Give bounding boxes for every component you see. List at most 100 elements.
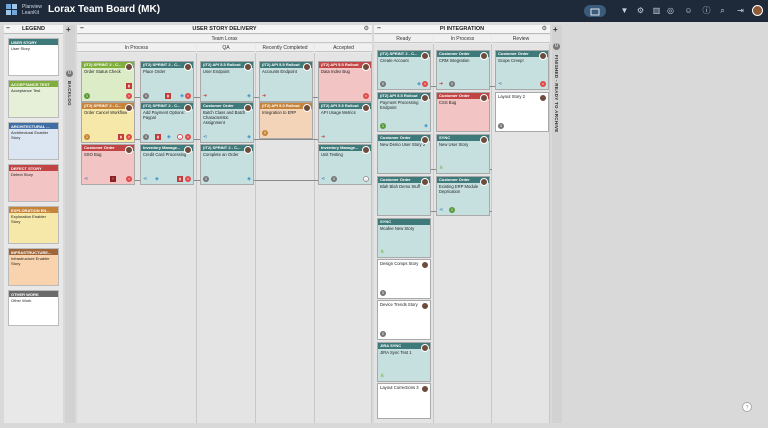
exit-icon[interactable]: ⇥ <box>736 6 745 15</box>
card-create-account[interactable]: (IT2) SPRINT 2 - C... Create Account 0 ◈… <box>377 50 431 90</box>
card-integration-to-erp[interactable]: (IT2) API 5.5 Rollout Integration to ERP… <box>259 102 313 139</box>
card-user-endpoint[interactable]: (IT2) API 5.5 Rollout User Endpoint ➜ ◈ <box>200 61 254 102</box>
card-payment-processing-endpoint[interactable]: (IT2) API 5.5 Rollout Payment Processing… <box>377 92 431 132</box>
legend-item-label: Infrastructure Enabler Story <box>11 256 50 266</box>
collapse-icon[interactable]: – <box>377 24 381 33</box>
arrow-icon[interactable]: ➜ <box>439 81 443 87</box>
tag-icon[interactable]: ◈ <box>180 93 184 99</box>
tag-icon[interactable]: ◈ <box>247 93 251 99</box>
priority-icon: ! <box>110 176 116 182</box>
tag-icon[interactable]: ◈ <box>247 134 251 140</box>
card-badge: 1 <box>84 134 90 140</box>
card-place-order[interactable]: (IT2) SPRINT 2 - C... Place Order 0 ▮ ◈ … <box>140 61 194 102</box>
avatar <box>539 52 547 60</box>
collapse-icon[interactable]: – <box>80 24 84 33</box>
info-icon[interactable]: ⓘ <box>702 6 711 15</box>
card-add-payment-options[interactable]: (IT2) SPRINT 2 - C... Add Payment Option… <box>140 102 194 143</box>
share-icon[interactable]: ⋖ <box>84 176 88 182</box>
block-icon[interactable]: × <box>126 176 132 182</box>
card-scope-creep[interactable]: Customer Order Scope Creep! ⋖ × <box>495 50 549 90</box>
card-credit-card-processing[interactable]: Inventory Manage... Credit Card Processi… <box>140 144 194 185</box>
search-icon[interactable]: ⌕ <box>718 6 727 15</box>
card-title: Mcafee New Story <box>380 226 415 231</box>
legend-item-defect: DEFECT STORY Defect Story <box>8 164 59 202</box>
card-unit-testing[interactable]: Inventory Manage... Unit Testing ⋖ 0 × <box>318 144 372 185</box>
avatar <box>125 146 133 154</box>
close-icon[interactable]: × <box>363 176 369 182</box>
share-icon[interactable]: ⋖ <box>321 176 325 182</box>
share-icon[interactable]: ⋖ <box>439 207 443 213</box>
hierarchy-icon[interactable]: ⋔ <box>439 165 443 171</box>
block-icon[interactable]: × <box>185 176 191 182</box>
card-api-usage-metrics[interactable]: (IT2) API 5.5 Rollout API Usage Metrics … <box>318 102 372 143</box>
block-icon[interactable]: × <box>126 134 132 140</box>
card-jira-sync-test-1[interactable]: JIRA SYNC JIRA Sync Test 1 ⋔ <box>377 342 431 382</box>
legend-item-label: Acceptance Test <box>11 88 41 93</box>
avatar <box>480 52 488 60</box>
card-layout-corrections-3[interactable]: Layout Corrections 3 <box>377 383 431 419</box>
card-new-demo-user-story-2[interactable]: Customer Order New Demo User Story 2 <box>377 134 431 174</box>
finished-lane[interactable]: + 0 FINISHED - READY TO ARCHIVE <box>552 25 562 423</box>
card-sso-bug[interactable]: Customer Order SSO Bug ⋖ ! × <box>81 144 135 185</box>
share-icon[interactable]: ⋖ <box>498 81 502 87</box>
card-layout-story-2[interactable]: Layout Story 2 0 <box>495 92 549 132</box>
settings-icon[interactable]: ⚙ <box>636 6 645 15</box>
card-new-user-story[interactable]: SYNC New User Story ⋔ <box>436 134 490 174</box>
card-css-bug[interactable]: Customer Order CSS Bug <box>436 92 490 132</box>
user-add-icon[interactable]: ☺ <box>684 6 693 15</box>
add-card-icon[interactable]: + <box>66 25 71 34</box>
chart-icon[interactable]: ▥ <box>652 6 661 15</box>
card-badge: 1 <box>84 93 90 99</box>
blocked-icon: ▮ <box>126 83 132 89</box>
card-data-index-bug[interactable]: (IT2) API 5.5 Rollout Data Index Bug × <box>318 61 372 102</box>
legend-item-label: Other Work <box>11 298 32 303</box>
tag-icon[interactable]: ◈ <box>247 176 251 182</box>
block-icon[interactable]: × <box>422 81 428 87</box>
card-batch-class[interactable]: Customer Order Batch Class and Batch Cha… <box>200 102 254 143</box>
card-crm-integration[interactable]: Customer Order CRM Integration ➜ 0 <box>436 50 490 90</box>
card-design-comps-story[interactable]: Design Comps Story 0 <box>377 259 431 299</box>
settings-icon[interactable]: ⚙ <box>542 25 547 34</box>
block-icon[interactable]: × <box>185 134 191 140</box>
block-icon[interactable]: × <box>126 93 132 99</box>
card-accounts-endpoint[interactable]: (IT2) API 5.5 Rollout Accounts Endpoint … <box>259 61 313 102</box>
legend-item-architectural: ARCHITECTURAL ... Architectural Enabler … <box>8 122 59 160</box>
arrow-icon[interactable]: ➜ <box>262 93 266 99</box>
arrow-icon[interactable]: ➜ <box>203 93 207 99</box>
share-icon[interactable]: ⋖ <box>143 176 147 182</box>
card-complete-an-order[interactable]: (IT2) SPRINT 2 - C... Complete an Order … <box>200 144 254 185</box>
user-avatar[interactable] <box>752 5 763 16</box>
arrow-icon[interactable]: ➜ <box>321 134 325 140</box>
board-view-button[interactable] <box>584 5 606 17</box>
hierarchy-icon[interactable]: ⋔ <box>380 373 384 379</box>
add-card-icon[interactable]: + <box>553 25 558 34</box>
block-icon[interactable]: × <box>185 93 191 99</box>
legend-title: LEGEND <box>22 26 45 32</box>
globe-icon[interactable]: ◎ <box>666 6 675 15</box>
help-icon[interactable]: ? <box>742 402 752 412</box>
settings-icon[interactable]: ⚙ <box>364 25 369 34</box>
tag-icon[interactable]: ◈ <box>417 81 421 87</box>
filter-icon[interactable]: ▼ <box>620 6 629 15</box>
avatar <box>125 104 133 112</box>
tag-icon[interactable]: ◈ <box>167 134 171 140</box>
card-order-status-check[interactable]: (IT2) SPRINT 2 - C... Order Status Check… <box>81 61 135 102</box>
card-order-cancel-workflow[interactable]: (IT2) SPRINT 2 - C... Order Cancel Workf… <box>81 102 135 143</box>
tag-icon[interactable]: ◈ <box>155 176 159 182</box>
share-icon[interactable]: ⋖ <box>203 134 207 140</box>
close-icon[interactable]: × <box>177 134 183 140</box>
hierarchy-icon[interactable]: ⋔ <box>380 249 384 255</box>
block-icon[interactable]: × <box>363 93 369 99</box>
tag-icon[interactable]: ◈ <box>424 123 428 129</box>
card-blah-blah-demo-stuff[interactable]: Customer Order Blah Blah Demo Stuff <box>377 176 431 216</box>
collapse-icon[interactable]: – <box>6 24 10 33</box>
avatar <box>303 63 311 71</box>
backlog-lane[interactable]: + 0 BACKLOG <box>65 25 75 423</box>
column-accepted: Accepted <box>315 44 372 52</box>
legend-item-label: Architectural Enabler Story <box>11 130 49 140</box>
legend-item-label: Exploration Enabler Story <box>11 214 46 224</box>
card-mcafee-new-story[interactable]: SYNC Mcafee New Story ⋔ <box>377 218 431 258</box>
card-existing-erp-module[interactable]: Customer Order Existing ERP Module Depri… <box>436 176 490 216</box>
card-device-trends-story[interactable]: Device Trends Story 0 <box>377 300 431 340</box>
block-icon[interactable]: × <box>540 81 546 87</box>
